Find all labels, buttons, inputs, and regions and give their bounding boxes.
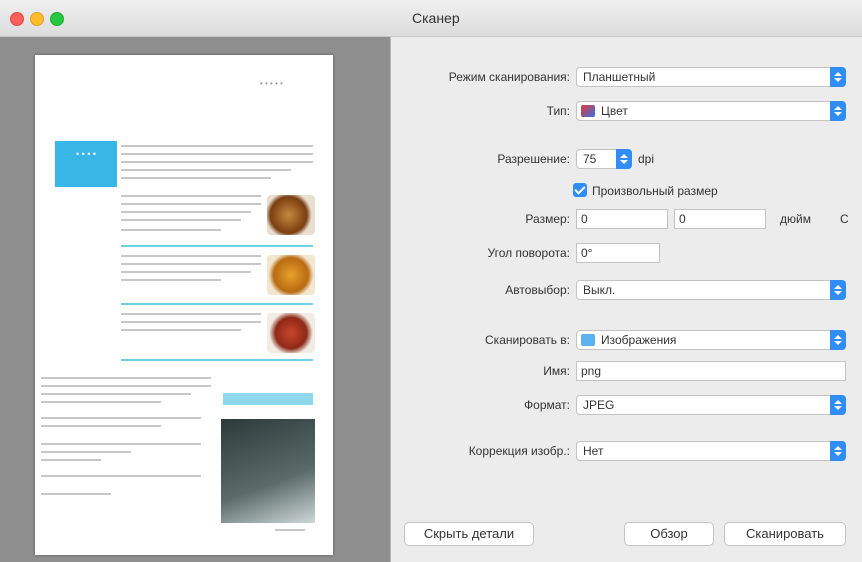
size-width-input[interactable] (577, 210, 667, 228)
scan-to-label: Сканировать в: (485, 333, 570, 347)
type-value: Цвет (601, 104, 628, 118)
rotation-input[interactable] (577, 244, 659, 262)
popup-arrows-icon (616, 149, 632, 169)
rotation-label: Угол поворота: (487, 246, 570, 260)
size-height-input[interactable] (675, 210, 765, 228)
title-bar: Сканер (0, 0, 862, 37)
popup-arrows-icon (830, 330, 846, 350)
section-rule (121, 359, 313, 361)
resolution-select[interactable]: 75 (576, 149, 632, 169)
text-line (121, 229, 221, 231)
text-line (121, 169, 291, 171)
food-image (267, 195, 315, 235)
section-rule (121, 303, 313, 305)
text-line (121, 271, 251, 273)
format-value: JPEG (583, 398, 615, 412)
name-input[interactable] (577, 362, 845, 380)
text-line (121, 211, 251, 213)
section-rule (121, 245, 313, 247)
hide-details-button[interactable]: Скрыть детали (404, 522, 534, 546)
text-line (275, 529, 305, 531)
text-line (121, 153, 313, 155)
preview-cyan-title (223, 393, 313, 405)
close-window-button[interactable] (10, 12, 24, 26)
text-line (41, 425, 161, 427)
color-swatch-icon (581, 105, 595, 117)
format-label: Формат: (524, 398, 570, 412)
text-line (121, 255, 261, 257)
custom-size-checkbox[interactable] (573, 183, 587, 197)
hand-photo (221, 419, 315, 523)
type-select[interactable]: Цвет (576, 101, 846, 121)
preview-tag-text: • • • • (75, 149, 97, 159)
text-line (121, 329, 241, 331)
size-unit: дюйм (780, 212, 811, 226)
mode-select[interactable]: Планшетный (576, 67, 846, 87)
scan-button[interactable]: Сканировать (724, 522, 846, 546)
text-line (121, 177, 271, 179)
food-image (267, 313, 315, 353)
type-label: Тип: (546, 104, 570, 118)
correction-select[interactable]: Нет (576, 441, 846, 461)
scanned-document-preview: • • • • • • • • • (35, 55, 333, 555)
text-line (41, 393, 191, 395)
format-select[interactable]: JPEG (576, 395, 846, 415)
resolution-label: Разрешение: (497, 152, 570, 166)
text-line (121, 145, 313, 147)
rotation-field[interactable] (576, 243, 660, 263)
mode-label: Режим сканирования: (448, 70, 570, 84)
scan-to-value: Изображения (601, 333, 677, 347)
custom-size-label: Произвольный размер (592, 184, 718, 198)
popup-arrows-icon (830, 395, 846, 415)
text-line (41, 417, 201, 419)
zoom-window-button[interactable] (50, 12, 64, 26)
pane-divider (390, 37, 391, 562)
text-line (121, 279, 221, 281)
text-line (41, 377, 211, 379)
browse-button[interactable]: Обзор (624, 522, 714, 546)
text-line (121, 313, 261, 315)
text-line (41, 493, 111, 495)
scan-preview-pane[interactable]: • • • • • • • • • (0, 37, 390, 562)
food-image (267, 255, 315, 295)
text-line (121, 263, 261, 265)
size-height-field[interactable] (674, 209, 766, 229)
popup-arrows-icon (830, 280, 846, 300)
popup-arrows-icon (830, 67, 846, 87)
text-line (121, 161, 313, 163)
autoselect-select[interactable]: Выкл. (576, 280, 846, 300)
text-line (121, 203, 261, 205)
size-label: Размер: (525, 212, 570, 226)
minimize-window-button[interactable] (30, 12, 44, 26)
popup-arrows-icon (830, 101, 846, 121)
autoselect-value: Выкл. (583, 283, 616, 297)
scan-to-select[interactable]: Изображения (576, 330, 846, 350)
correction-label: Коррекция изобр.: (468, 444, 570, 458)
text-line (41, 443, 201, 445)
text-line (41, 475, 201, 477)
name-field[interactable] (576, 361, 846, 381)
preview-blue-tag: • • • • (55, 141, 117, 187)
folder-icon (581, 334, 595, 346)
name-label: Имя: (543, 364, 570, 378)
correction-value: Нет (583, 444, 604, 458)
text-line (41, 459, 101, 461)
text-line (121, 195, 261, 197)
text-line (121, 321, 261, 323)
resolution-unit: dpi (638, 152, 655, 166)
text-line (41, 451, 131, 453)
autoselect-label: Автовыбор: (505, 283, 570, 297)
text-line (41, 385, 211, 387)
text-line (121, 219, 241, 221)
preview-header-text: • • • • • (260, 79, 283, 88)
text-line (41, 401, 161, 403)
scanner-window: Сканер • • • • • • • • • Режим сканирова… (0, 0, 862, 562)
size-extra-text: С (840, 212, 849, 226)
size-width-field[interactable] (576, 209, 668, 229)
popup-arrows-icon (830, 441, 846, 461)
window-title: Сканер (412, 10, 460, 26)
mode-value: Планшетный (583, 70, 656, 84)
resolution-value: 75 (583, 152, 597, 166)
